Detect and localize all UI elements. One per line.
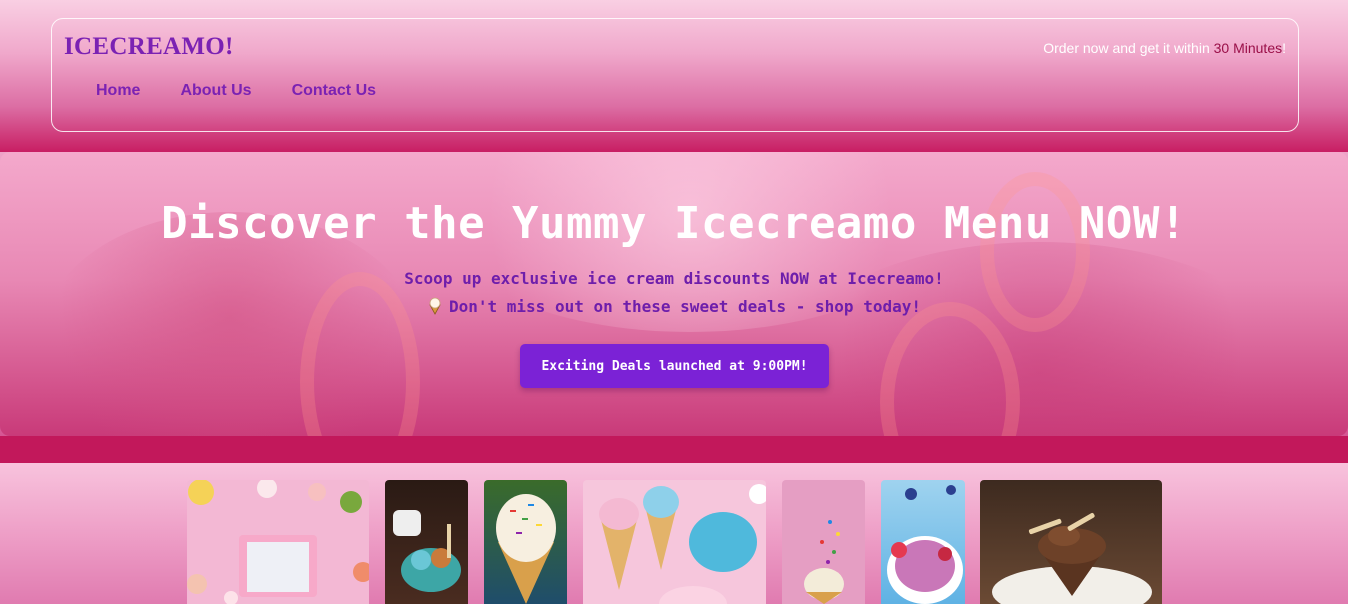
nav-about-us[interactable]: About Us (180, 82, 251, 100)
hero-subtitle-line2: Don't miss out on these sweet deals - sh… (0, 297, 1348, 316)
ice-cream-sundae-photo-icon (393, 510, 461, 592)
gallery-tile-fruit-frame[interactable] (187, 480, 369, 604)
sprinkle-cup-photo-icon (804, 520, 844, 604)
gallery-tile-sundae[interactable] (385, 480, 468, 604)
exciting-deals-button[interactable]: Exciting Deals launched at 9:00PM! (520, 344, 829, 388)
gallery-tile-cones-macarons[interactable] (583, 480, 766, 604)
gallery-tile-chocolate-sundae[interactable] (980, 480, 1162, 604)
hero-title: Discover the Yummy Icecreamo Menu NOW! (161, 198, 1187, 249)
hero-subtitle-line2-text: Don't miss out on these sweet deals - sh… (448, 297, 921, 316)
promo-text: Order now and get it within (1043, 40, 1214, 56)
nav-contact-us[interactable]: Contact Us (292, 82, 376, 100)
promo-suffix: ! (1282, 40, 1286, 56)
promo-highlight: 30 Minutes (1213, 40, 1283, 56)
hero-subtitle-line1: Scoop up exclusive ice cream discounts N… (404, 269, 944, 288)
cones-macarons-photo-icon (599, 484, 766, 604)
chocolate-sundae-photo-icon (992, 513, 1152, 604)
berry-bowl-photo-icon (887, 485, 963, 604)
section-divider (0, 436, 1348, 463)
gallery-tile-sprinkle-cone[interactable] (484, 480, 567, 604)
nav-home[interactable]: Home (96, 82, 140, 100)
fruit-frame-photo-icon (187, 480, 369, 604)
site-header: ICECREAMO! Order now and get it within 3… (51, 18, 1299, 132)
sprinkle-cone-photo-icon (496, 494, 556, 604)
main-nav: Home About Us Contact Us (96, 82, 376, 100)
gallery-tile-berry-bowl[interactable] (881, 480, 965, 604)
delivery-promo: Order now and get it within 30 Minutes! (1043, 40, 1286, 56)
site-logo[interactable]: ICECREAMO! (64, 33, 234, 61)
gallery-tile-sprinkle-cup[interactable] (782, 480, 865, 604)
ice-cream-cone-icon (429, 297, 441, 315)
hero-banner: Discover the Yummy Icecreamo Menu NOW! S… (0, 152, 1348, 436)
